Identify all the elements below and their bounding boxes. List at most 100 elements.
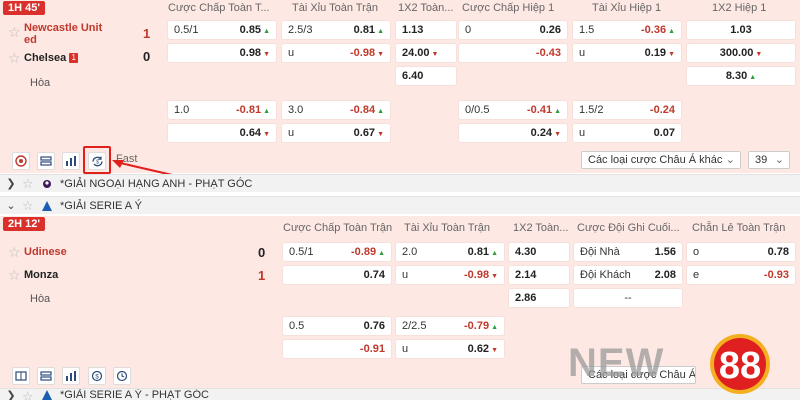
odds-cell[interactable]: 0.74 xyxy=(283,266,391,284)
odds-cell[interactable]: 0.64 ▼ xyxy=(168,124,276,142)
odds-up-icon: ▲ xyxy=(491,324,498,331)
odds-value: 0.76 xyxy=(363,320,385,332)
odds-down-icon: ▼ xyxy=(755,51,763,58)
league-row-epl-corners[interactable]: ❯ ☆ *GIẢI NGOẠI HẠNG ANH - PHẠT GÓC xyxy=(0,174,800,192)
home-score: 1 xyxy=(143,26,151,41)
header-handicap-full: Cược Chấp Toàn T... xyxy=(168,2,270,14)
odd-even-label: o xyxy=(693,246,700,258)
odds-cell[interactable]: 3.0 -0.84 ▲ xyxy=(282,101,390,119)
favorite-star-icon[interactable]: ☆ xyxy=(8,24,24,40)
favorite-star-icon[interactable]: ☆ xyxy=(22,389,40,400)
odds-cell[interactable]: -0.91 xyxy=(283,340,391,358)
odds-cell[interactable]: 0/0.5 -0.41 ▲ xyxy=(459,101,567,119)
odds-cell[interactable]: 0.5/1 0.85 ▲ xyxy=(168,21,276,39)
odds-cell[interactable]: 2.5/3 0.81 ▲ xyxy=(282,21,390,39)
handicap-line: 0 xyxy=(465,24,472,36)
odds-cell[interactable]: -0.43 xyxy=(459,44,567,62)
handicap-line: 1.0 xyxy=(174,104,190,116)
odds-value: 300.00 ▼ xyxy=(719,47,763,59)
odds-down-icon: ▼ xyxy=(263,51,270,58)
list-icon[interactable] xyxy=(37,367,55,385)
live-time-badge: 1H 45' xyxy=(3,1,45,15)
odds-cell[interactable]: 2.14 xyxy=(509,266,569,284)
favorite-star-icon[interactable]: ☆ xyxy=(8,244,24,260)
bar-chart-icon[interactable] xyxy=(62,152,80,170)
favorite-star-icon[interactable]: ☆ xyxy=(8,267,24,283)
bet-type-select-value: Các loại cược Châu Á khác xyxy=(588,154,723,166)
odds-value: 0.26 xyxy=(539,24,561,36)
odds-cell[interactable]: 0.24 ▼ xyxy=(459,124,567,142)
more-bets-select[interactable]: 39 ⌄ xyxy=(748,151,790,169)
favorite-star-icon[interactable]: ☆ xyxy=(8,50,24,66)
odds-cell[interactable]: 1.13 xyxy=(396,21,456,39)
odds-cell[interactable]: 24.00 ▼ xyxy=(396,44,456,62)
home-team[interactable]: ☆ Udinese xyxy=(8,244,67,260)
odds-cell[interactable]: 0.98 ▼ xyxy=(168,44,276,62)
away-team[interactable]: ☆ Chelsea 1 xyxy=(8,50,79,66)
odds-cell[interactable]: 4.30 xyxy=(509,243,569,261)
odds-cell[interactable]: 300.00 ▼ xyxy=(687,44,795,62)
home-team[interactable]: ☆ Newcastle Unit ed xyxy=(8,22,102,48)
odds-cell[interactable]: Đội Nhà 1.56 xyxy=(574,243,682,261)
odds-cell[interactable]: o 0.78 xyxy=(687,243,795,261)
chevron-down-icon[interactable]: ⌄ xyxy=(0,199,22,212)
odds-value: 8.30 ▲ xyxy=(725,70,757,82)
odds-value: -0.81 ▲ xyxy=(235,104,270,116)
odds-cell[interactable]: u 0.07 xyxy=(573,124,681,142)
bar-chart-icon[interactable] xyxy=(62,367,80,385)
odds-value: 0.19 ▼ xyxy=(644,47,675,59)
chevron-right-icon[interactable]: ❯ xyxy=(0,389,22,400)
favorite-star-icon[interactable]: ☆ xyxy=(22,198,40,214)
odds-up-icon: ▲ xyxy=(378,250,385,257)
odds-cell[interactable]: 1.5/2 -0.24 xyxy=(573,101,681,119)
stats-icon[interactable] xyxy=(12,152,30,170)
odds-cell[interactable]: Đội Khách 2.08 xyxy=(574,266,682,284)
away-team[interactable]: ☆ Monza xyxy=(8,267,58,283)
live-time-badge: 2H 12' xyxy=(3,217,45,231)
ou-line: u xyxy=(288,47,295,59)
odds-value: 2.14 xyxy=(515,269,537,281)
bet-type-select[interactable]: Các loại cược Châu Á khác ⌄ xyxy=(581,151,741,169)
list-icon[interactable] xyxy=(37,152,55,170)
odds-cell[interactable]: 0 0.26 xyxy=(459,21,567,39)
odds-cell[interactable]: 8.30 ▲ xyxy=(687,67,795,85)
red-card-badge: 1 xyxy=(69,53,79,63)
odds-value: -0.91 xyxy=(359,343,385,355)
odds-cell[interactable]: 1.03 xyxy=(687,21,795,39)
draw-label: Hòa xyxy=(30,293,51,305)
odds-cell[interactable]: -- xyxy=(574,289,682,307)
cashout-refresh-icon[interactable]: $ xyxy=(88,367,106,385)
odds-value: -0.43 xyxy=(535,47,561,59)
odds-cell[interactable]: 6.40 xyxy=(396,67,456,85)
epl-logo-icon xyxy=(43,179,51,188)
match-newcastle-chelsea: 1H 45' Cược Chấp Toàn T... Tài Xỉu Toàn … xyxy=(0,0,800,149)
header-handicap-h1: Cược Chấp Hiệp 1 xyxy=(462,2,555,14)
odds-cell[interactable]: 2.86 xyxy=(509,289,569,307)
odds-cell[interactable]: 2.0 0.81 ▲ xyxy=(396,243,504,261)
odds-cell[interactable]: u -0.98 ▼ xyxy=(282,44,390,62)
more-bets-count: 39 xyxy=(755,154,768,166)
odds-value: 0.07 xyxy=(653,127,675,139)
field-icon[interactable] xyxy=(12,367,30,385)
ou-line: 2.0 xyxy=(402,246,418,258)
league-row-serie-a[interactable]: ⌄ ☆ *GIẢI SERIE A Ý xyxy=(0,196,800,214)
odds-cell[interactable]: e -0.93 xyxy=(687,266,795,284)
odds-cell[interactable]: 1.5 -0.36 ▲ xyxy=(573,21,681,39)
odds-cell[interactable]: 1.0 -0.81 ▲ xyxy=(168,101,276,119)
favorite-star-icon[interactable]: ☆ xyxy=(22,176,40,192)
handicap-line: 0/0.5 xyxy=(465,104,490,116)
odds-cell[interactable]: 2/2.5 -0.79 ▲ xyxy=(396,317,504,335)
odds-value: -0.89 ▲ xyxy=(350,246,385,258)
odds-up-icon: ▲ xyxy=(377,108,384,115)
odds-cell[interactable]: 0.5/1 -0.89 ▲ xyxy=(283,243,391,261)
clock-icon[interactable] xyxy=(113,367,131,385)
away-score: 1 xyxy=(258,268,266,283)
chevron-right-icon[interactable]: ❯ xyxy=(0,177,22,190)
odds-cell[interactable]: u 0.19 ▼ xyxy=(573,44,681,62)
ou-line: u xyxy=(579,127,586,139)
odds-cell[interactable]: u 0.62 ▼ xyxy=(396,340,504,358)
odds-cell[interactable]: u 0.67 ▼ xyxy=(282,124,390,142)
odds-cell[interactable]: 0.5 0.76 xyxy=(283,317,391,335)
odds-value: 1.56 xyxy=(654,246,676,258)
odds-cell[interactable]: u -0.98 ▼ xyxy=(396,266,504,284)
